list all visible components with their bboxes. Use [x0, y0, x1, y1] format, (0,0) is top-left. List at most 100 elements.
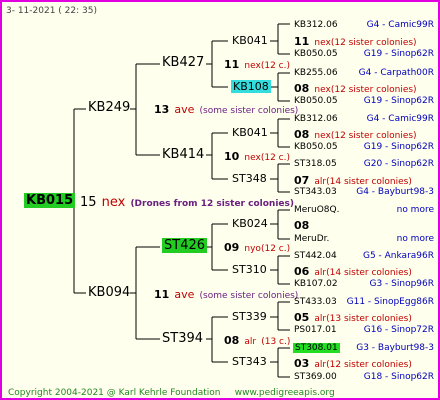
- g4-place-7: G4 - Bayburt98-3: [356, 187, 434, 197]
- g3-mark-1: nex: [314, 85, 331, 95]
- g3-info-2: 08 nex(12 sister colonies): [294, 127, 417, 142]
- g2-code-2: ST426: [162, 238, 208, 253]
- g4-code-12: ST433.03: [294, 297, 337, 307]
- g3-info-7: 03 alr(12 sister colonies): [294, 356, 412, 371]
- g4-code-10: ST442.04: [294, 251, 337, 261]
- g2-mark-0: nex: [244, 61, 261, 71]
- g4-place-0: G4 - Camic99R: [366, 20, 434, 30]
- g3-note-1: (12 sister colonies): [330, 85, 417, 95]
- g2-mark-1: nex: [244, 153, 261, 163]
- g3-note-0: (12 sister colonies): [330, 38, 417, 48]
- g4-code-8: MeruO8Q.: [294, 205, 340, 215]
- g3-code-5: ST310: [232, 263, 267, 276]
- footer: Copyright 2004-2021 @ Karl Kehrle Founda…: [8, 387, 335, 398]
- g3-code-0: KB041: [232, 34, 268, 47]
- g1-bottom-note: (some sister colonies): [199, 291, 299, 301]
- g3-mark-5: alr: [314, 268, 327, 278]
- g4-place-6: G20 - Sinop62R: [363, 159, 434, 169]
- g3-count-2: 08: [294, 128, 310, 141]
- g4-code-6: ST318.05: [294, 159, 337, 169]
- g4-code-9: MeruDr.: [294, 234, 330, 244]
- g4-code-0: KB312.06: [294, 20, 338, 30]
- g4-place-10: G5 - Ankara96R: [362, 251, 434, 261]
- g2-note-1: (12 c.): [260, 153, 290, 163]
- g3-count-4: 08: [294, 219, 310, 232]
- g1-top-count: 13: [154, 103, 170, 116]
- g4-code-15: ST369.00: [294, 372, 337, 382]
- g3-info-0: 11 nex(12 sister colonies): [294, 34, 417, 49]
- g3-note-2: (12 sister colonies): [330, 131, 417, 141]
- header-date: 3- 11-2021 ( 22: 35): [6, 6, 97, 16]
- g3-mark-7: alr: [314, 360, 327, 370]
- g4-code-5: KB050.05: [294, 142, 338, 152]
- root-code: KB015: [24, 193, 76, 208]
- g3-code-2: KB041: [232, 126, 268, 139]
- g3-note-5: (14 sister colonies): [326, 268, 412, 278]
- root-count: 15: [80, 195, 97, 210]
- g3-mark-6: alr: [314, 314, 327, 324]
- g2-mark-3: alr: [244, 337, 257, 347]
- g1-bottom-info: 11 ave (some sister colonies): [154, 287, 298, 302]
- g4-place-15: G18 - Sinop62R: [363, 372, 434, 382]
- g2-info-2: 09 nyo(12 c.): [224, 240, 290, 255]
- g4-code-4: KB312.06: [294, 114, 338, 124]
- g1-top-mark: ave: [174, 103, 195, 116]
- g4-place-2: G4 - Carpath00R: [358, 68, 434, 78]
- g2-info-0: 11 nex(12 c.): [224, 57, 290, 72]
- g4-place-5: G19 - Sinop62R: [363, 142, 434, 152]
- g3-count-7: 03: [294, 357, 310, 370]
- root-note: (Drones from 12 sister colonies): [130, 199, 294, 209]
- g4-code-11: KB107.02: [294, 279, 338, 289]
- g3-info-1: 08 nex(12 sister colonies): [294, 81, 417, 96]
- g3-info-4: 08: [294, 218, 309, 232]
- root-mark: nex: [101, 195, 126, 210]
- g2-code-1: KB414: [162, 147, 205, 162]
- root-queen: KB015: [24, 193, 76, 208]
- g4-place-1: G19 - Sinop62R: [363, 49, 434, 59]
- g2-note-3: (13 c.): [261, 337, 291, 347]
- g4-code-1: KB050.05: [294, 49, 338, 59]
- g2-info-1: 10 nex(12 c.): [224, 149, 290, 164]
- g1-top-code: KB249: [88, 100, 131, 115]
- root-info: 15 nex (Drones from 12 sister colonies): [80, 195, 294, 210]
- g4-code-14-label: ST308.01: [293, 343, 340, 353]
- g3-note-6: (13 sister colonies): [326, 314, 412, 324]
- g4-place-8: no more: [396, 205, 434, 215]
- footer-site[interactable]: www.pedigreeapis.org: [235, 388, 335, 398]
- g3-code-1: KB108: [231, 80, 271, 93]
- g2-code-0: KB427: [162, 55, 205, 70]
- g3-count-6: 05: [294, 311, 310, 324]
- g2-count-0: 11: [224, 58, 240, 71]
- g4-place-11: G3 - Sinop96R: [369, 279, 434, 289]
- g2-mark-2: nyo: [244, 244, 261, 254]
- g1-bottom-mark: ave: [174, 288, 195, 301]
- g2-count-1: 10: [224, 150, 240, 163]
- g2-code-2-label: ST426: [162, 238, 208, 253]
- g4-place-13: G16 - Sinop72R: [363, 325, 434, 335]
- g2-count-3: 08: [224, 334, 240, 347]
- g4-code-14: ST308.01: [293, 342, 340, 354]
- g3-count-0: 11: [294, 35, 310, 48]
- g3-code-6: ST339: [232, 310, 267, 323]
- g4-place-14: G3 - Bayburt98-3: [356, 343, 434, 353]
- g2-count-2: 09: [224, 241, 240, 254]
- g4-code-7: ST343.03: [294, 187, 337, 197]
- g2-note-0: (12 c.): [260, 61, 290, 71]
- g1-top-note: (some sister colonies): [199, 106, 299, 116]
- g2-code-3: ST394: [162, 331, 204, 346]
- g3-info-6: 05 alr(13 sister colonies): [294, 310, 412, 325]
- g1-bottom-count: 11: [154, 288, 170, 301]
- g1-bottom-code: KB094: [88, 285, 131, 300]
- footer-copyright: Copyright 2004-2021 @ Karl Kehrle Founda…: [8, 388, 221, 398]
- g4-code-3: KB050.05: [294, 96, 338, 106]
- g4-place-4: G4 - Camic99R: [366, 114, 434, 124]
- g4-place-12: G11 - SinopEgg86R: [346, 297, 434, 307]
- g2-note-2: (12 c.): [260, 244, 291, 254]
- g4-place-3: G19 - Sinop62R: [363, 96, 434, 106]
- g3-mark-0: nex: [314, 38, 331, 48]
- g3-mark-2: nex: [314, 131, 331, 141]
- g1-top-info: 13 ave (some sister colonies): [154, 102, 298, 117]
- g3-code-3: ST348: [232, 172, 267, 185]
- g4-code-2: KB255.06: [294, 68, 338, 78]
- g3-code-1-label: KB108: [231, 80, 271, 93]
